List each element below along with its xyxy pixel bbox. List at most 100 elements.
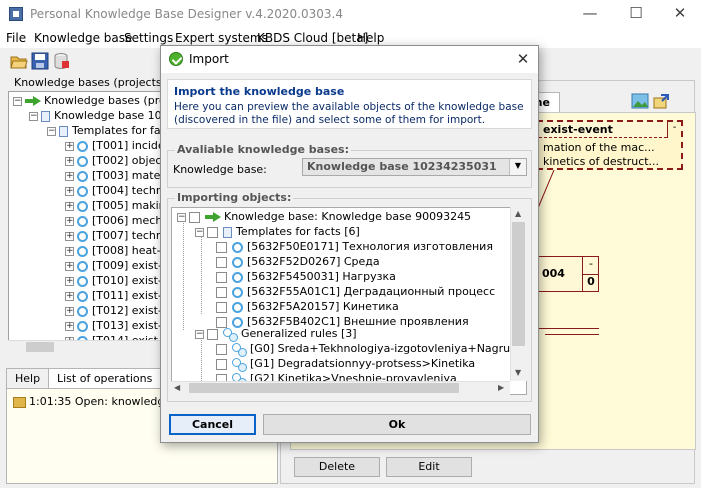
import-template-label: [5632F55A01C1] Деградационный процесс xyxy=(247,285,496,298)
menu-expert-systems[interactable]: Expert systems xyxy=(175,31,268,45)
collapse-icon[interactable]: − xyxy=(13,96,22,106)
event-box-title: exist-event xyxy=(539,122,667,138)
template-item[interactable]: + [T001] inciden xyxy=(65,139,172,154)
expand-icon[interactable]: + xyxy=(65,276,74,286)
template-item[interactable]: + [T003] materia xyxy=(65,169,175,184)
checkbox[interactable] xyxy=(216,343,227,355)
kb-select[interactable]: Knowledge base 10234235031 xyxy=(302,158,527,176)
scroll-up-icon[interactable]: ▲ xyxy=(515,209,521,218)
import-template-item[interactable]: [5632F50E0171] Технология изготовления xyxy=(216,240,493,255)
fact-box-partial-line xyxy=(545,334,599,340)
checkbox[interactable] xyxy=(216,271,227,283)
import-template-item[interactable]: [5632F5A20157] Кинетика xyxy=(216,300,399,315)
event-box-minus[interactable]: - xyxy=(667,122,681,138)
import-tree-hscroll-thumb[interactable] xyxy=(189,383,459,393)
expand-icon[interactable]: + xyxy=(65,246,74,256)
fact-box-minus[interactable]: - xyxy=(582,257,599,275)
checkbox[interactable] xyxy=(207,226,218,238)
template-item[interactable]: + [T012] exist-d xyxy=(65,304,169,319)
tree-kb-row[interactable]: − Knowledge base 1023 xyxy=(29,109,176,124)
menu-file[interactable]: File xyxy=(6,31,26,45)
template-item[interactable]: + [T007] technol xyxy=(65,229,173,244)
import-rules-row[interactable]: − Generalized rules [3] xyxy=(195,327,357,342)
image-icon[interactable] xyxy=(631,92,649,110)
import-template-label: [5632F5A20157] Кинетика xyxy=(247,300,399,313)
import-root-row[interactable]: − Knowledge base: Knowledge base 90093245 xyxy=(177,210,471,225)
expand-icon[interactable]: + xyxy=(65,291,74,301)
import-templates-row[interactable]: − Templates for facts [6] xyxy=(195,225,360,240)
menu-help[interactable]: Help xyxy=(357,31,384,45)
template-item[interactable]: + [T013] exist-m xyxy=(65,319,173,334)
save-icon[interactable] xyxy=(31,52,49,70)
event-box[interactable]: exist-event - mation of the mac... kinet… xyxy=(537,120,683,170)
dialog-close-button[interactable]: ✕ xyxy=(511,48,535,70)
expand-icon[interactable]: + xyxy=(65,201,74,211)
export-icon[interactable] xyxy=(653,92,671,110)
collapse-icon[interactable]: − xyxy=(177,212,186,222)
template-item[interactable]: + [T009] exist-ev xyxy=(65,259,175,274)
collapse-icon[interactable]: − xyxy=(195,329,204,339)
delete-button[interactable]: Delete xyxy=(294,457,380,477)
import-template-item[interactable]: [5632F52D0267] Среда xyxy=(216,255,380,270)
import-icon xyxy=(169,52,183,66)
collapse-icon[interactable]: − xyxy=(195,227,204,237)
import-tree[interactable]: − Knowledge base: Knowledge base 90093245… xyxy=(171,207,527,395)
maximize-button[interactable]: ☐ xyxy=(616,2,656,26)
menu-settings[interactable]: Settings xyxy=(124,31,173,45)
menu-knowledge-base[interactable]: Knowledge base xyxy=(34,31,132,45)
import-rule-item[interactable]: [G1] Degradatsionnyy-protsess>Kinetika xyxy=(216,357,475,372)
expand-icon[interactable]: + xyxy=(65,261,74,271)
template-item[interactable]: + [T010] exist-d xyxy=(65,274,169,289)
template-item[interactable]: + [T011] exist-d xyxy=(65,289,169,304)
minimize-button[interactable]: — xyxy=(570,2,610,26)
template-item[interactable]: + [T008] heat-ex xyxy=(65,244,174,259)
checkbox[interactable] xyxy=(216,358,227,370)
import-rule-item[interactable]: [G0] Sreda+Tekhnologiya-izgotovleniya+Na… xyxy=(216,342,526,357)
scroll-left-icon[interactable]: ◀ xyxy=(174,383,180,392)
checkbox[interactable] xyxy=(216,256,227,268)
chevron-down-icon[interactable]: ▼ xyxy=(509,159,526,175)
checkbox[interactable] xyxy=(189,211,200,223)
database-icon[interactable] xyxy=(52,52,70,70)
expand-icon[interactable]: + xyxy=(65,306,74,316)
import-template-item[interactable]: [5632F5450031] Нагрузка xyxy=(216,270,396,285)
scroll-right-icon[interactable]: ▶ xyxy=(498,383,504,392)
menu-kbds-cloud[interactable]: KBDS Cloud [beta] xyxy=(257,31,368,45)
left-tree-hscroll-thumb[interactable] xyxy=(26,342,54,352)
import-template-label: [5632F5450031] Нагрузка xyxy=(247,270,396,283)
template-circle-icon xyxy=(77,200,88,212)
tab-help[interactable]: Help xyxy=(6,368,50,388)
cancel-button[interactable]: Cancel xyxy=(169,414,256,435)
template-circle-icon xyxy=(77,275,88,287)
edit-button[interactable]: Edit xyxy=(386,457,472,477)
checkbox[interactable] xyxy=(216,286,227,298)
template-item[interactable]: + [T005] making xyxy=(65,199,173,214)
scroll-down-icon[interactable]: ▼ xyxy=(515,368,521,377)
import-tree-vscroll-thumb[interactable] xyxy=(512,222,525,346)
checkbox[interactable] xyxy=(216,301,227,313)
import-template-item[interactable]: [5632F55A01C1] Деградационный процесс xyxy=(216,285,495,300)
expand-icon[interactable]: + xyxy=(65,321,74,331)
expand-icon[interactable]: + xyxy=(65,231,74,241)
collapse-icon[interactable]: − xyxy=(29,111,38,121)
fact-box-004[interactable]: 004 - 0 xyxy=(537,256,599,292)
tree-templates-row[interactable]: − Templates for facts xyxy=(47,124,177,139)
checkbox[interactable] xyxy=(216,316,227,328)
import-templates-label: Templates for facts [6] xyxy=(236,225,360,238)
checkbox[interactable] xyxy=(207,328,218,340)
kb-field-label: Knowledge base: xyxy=(173,163,267,176)
collapse-icon[interactable]: − xyxy=(47,126,56,136)
dialog-title-bar: Import ✕ xyxy=(161,46,538,73)
ok-button[interactable]: Ok xyxy=(263,414,531,435)
template-item[interactable]: + [T004] technol xyxy=(65,184,173,199)
close-button[interactable]: ✕ xyxy=(660,2,700,26)
tab-list-of-operations[interactable]: List of operations xyxy=(48,368,162,388)
expand-icon[interactable]: + xyxy=(65,141,74,151)
expand-icon[interactable]: + xyxy=(65,156,74,166)
template-item[interactable]: + [T002] object- xyxy=(65,154,170,169)
checkbox[interactable] xyxy=(216,241,227,253)
expand-icon[interactable]: + xyxy=(65,216,74,226)
expand-icon[interactable]: + xyxy=(65,171,74,181)
open-folder-icon[interactable] xyxy=(10,52,28,70)
expand-icon[interactable]: + xyxy=(65,186,74,196)
